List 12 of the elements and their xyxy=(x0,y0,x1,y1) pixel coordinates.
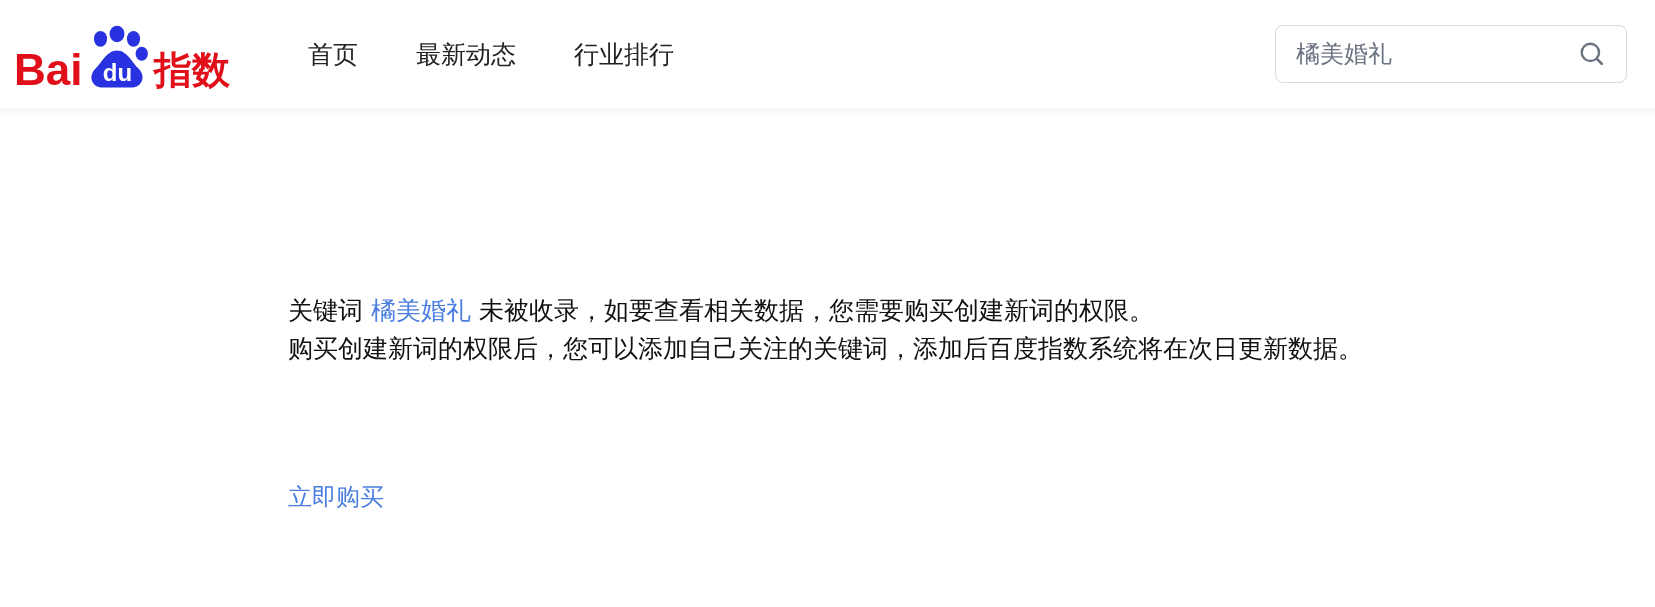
message-text: 关键词 橘美婚礼 未被收录，如要查看相关数据，您需要购买创建新词的权限。 xyxy=(288,295,1155,327)
logo-text: du xyxy=(101,60,134,86)
logo-text: 指数 xyxy=(154,48,231,92)
nav-tab[interactable]: 首页 xyxy=(308,37,359,71)
nav-tab[interactable]: 最新动态 xyxy=(416,37,517,71)
logo-text: Bai xyxy=(14,48,83,92)
nav-tab[interactable]: 行业排行 xyxy=(574,37,675,71)
keyword-link[interactable]: 橘美婚礼 xyxy=(370,296,471,325)
message-text: 购买创建新词的权限后，您可以添加自己关注的关键词，添加后百度指数系统将在次日更新数据。 xyxy=(288,333,1364,365)
search-icon[interactable] xyxy=(1579,41,1605,67)
search-field[interactable]: 橘美婚礼 xyxy=(1275,25,1627,83)
buy-link[interactable]: 立即购买 xyxy=(288,480,384,514)
